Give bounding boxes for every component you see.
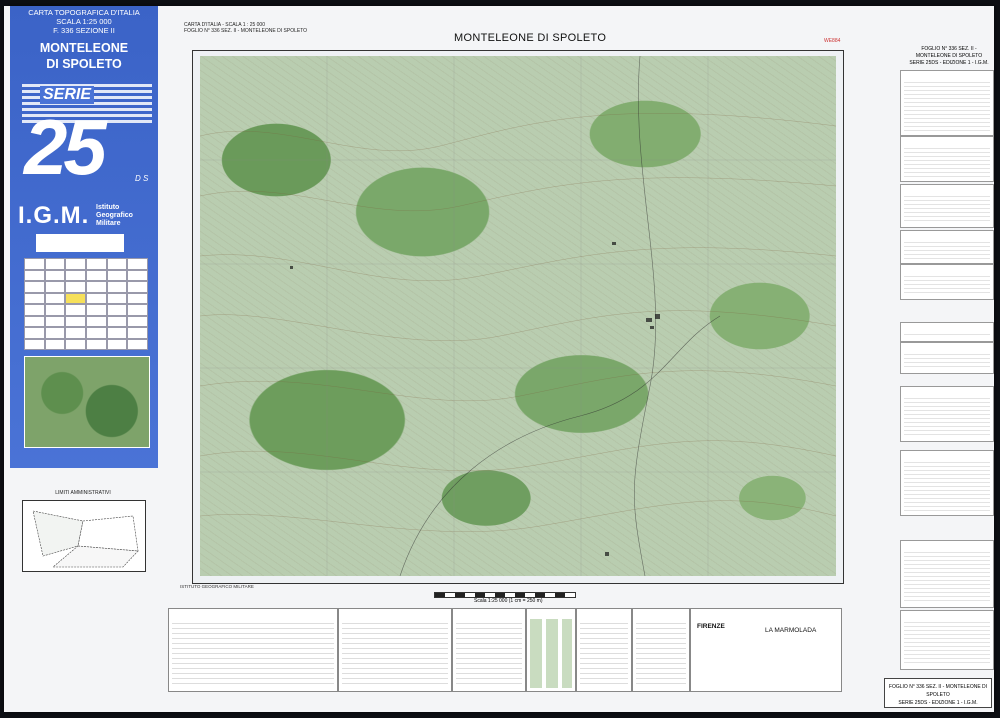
admin-boundary-lines (32, 510, 139, 568)
map-sheet: CARTA TOPOGRAFICA D'ITALIA SCALA 1:25 00… (4, 6, 994, 712)
info-panel-4 (900, 230, 994, 264)
serie-label: SERIE (40, 86, 95, 104)
admin-limits-diagram (22, 500, 146, 572)
series-number: 25 (24, 103, 107, 191)
folio-header: FOGLIO N° 336 SEZ. II - MONTELEONE DI SP… (909, 46, 989, 66)
map-title: MONTELEONE DI SPOLETO (454, 32, 607, 44)
cover-series-line: CARTA TOPOGRAFICA D'ITALIA (28, 8, 140, 17)
lettering-sample-city: FIRENZE (697, 623, 725, 630)
info-panel-1 (900, 70, 994, 136)
cover-title: MONTELEONE DI SPOLETO (39, 41, 129, 71)
lettering-sample-peak: LA MARMOLADA (765, 627, 817, 634)
map-features (200, 56, 836, 576)
legend-vegetation (526, 608, 576, 692)
price-box (36, 234, 124, 252)
scale-bar-caption: Scala 1:25 000 (1 cm = 250 m) (474, 598, 543, 604)
igm-logo: I.G.M. (18, 202, 90, 229)
legend-roads (168, 608, 338, 692)
legend-hydrography (452, 608, 526, 692)
admin-limits-panel: LIMITI AMMINISTRATIVI (22, 490, 146, 602)
legend-symbols (632, 608, 690, 692)
info-panel-3 (900, 184, 994, 228)
cover-sheet-line: F. 336 SEZIONE II (53, 26, 115, 35)
info-panel-2 (900, 136, 994, 182)
corner-grid-label: WE884 (824, 38, 841, 44)
grid-conversion-panel (900, 450, 994, 516)
compilation-panel (900, 610, 994, 670)
igm-full-name: Istituto Geografico Militare (96, 204, 133, 227)
info-panel-5 (900, 264, 994, 300)
legend-relief (576, 608, 632, 692)
info-panel-7 (900, 342, 994, 374)
cover-map-thumbnail (24, 356, 150, 448)
legend-lettering: FIRENZE LA MARMOLADA (690, 608, 842, 692)
cover-panel: CARTA TOPOGRAFICA D'ITALIA SCALA 1:25 00… (10, 6, 158, 468)
legend-infrastructure (338, 608, 452, 692)
info-panel-6 (900, 322, 994, 342)
sheet-index-grid (24, 258, 148, 350)
publisher-note: ISTITUTO GEOGRAFICO MILITARE (180, 584, 254, 589)
folio-label: FOGLIO N° 336 SEZ. II - MONTELEONE DI SP… (884, 678, 992, 708)
admin-limits-title: LIMITI AMMINISTRATIVI (55, 490, 111, 496)
cover-scale-line: SCALA 1:25 000 (56, 17, 112, 26)
abbreviations-panel (900, 540, 994, 608)
declination-panel (900, 386, 994, 442)
map-header: CARTA D'ITALIA - SCALA 1 : 25 000 FOGLIO… (184, 22, 308, 34)
topographic-map (200, 56, 836, 576)
series-suffix: D S (135, 174, 149, 183)
